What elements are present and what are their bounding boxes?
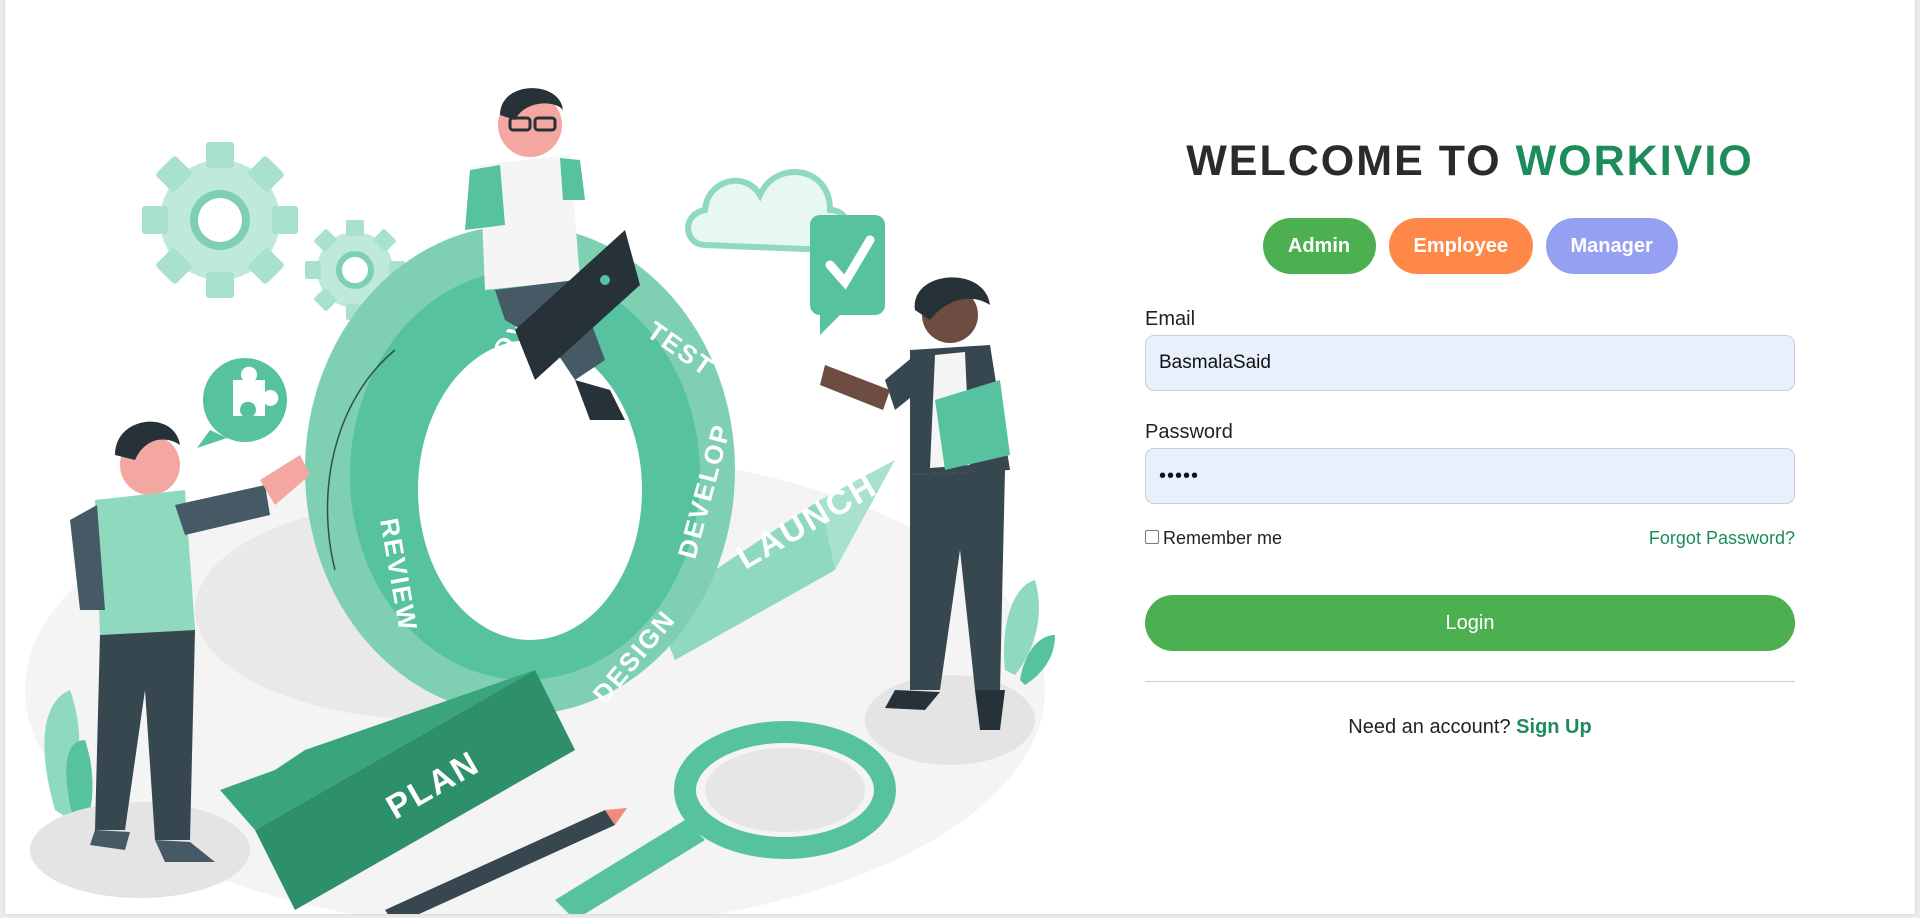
brand-name: WORKIVIO (1515, 137, 1754, 185)
title-prefix: WELCOME TO (1186, 137, 1502, 185)
password-value: ••••• (1159, 464, 1200, 487)
role-admin-button[interactable]: Admin (1262, 218, 1376, 274)
login-panel: WELCOME TO WORKIVIO Admin Employee Manag… (1145, 130, 1795, 739)
signup-link[interactable]: Sign Up (1516, 716, 1592, 738)
signup-prompt: Need an account? (1348, 716, 1511, 738)
role-manager-button[interactable]: Manager (1545, 218, 1678, 274)
email-value: BasmalaSaid (1159, 352, 1271, 373)
gear-large-icon (142, 142, 298, 298)
remember-me-label[interactable]: Remember me (1163, 528, 1282, 549)
plant-right-icon (1004, 580, 1055, 685)
divider (1145, 681, 1795, 682)
email-field[interactable]: BasmalaSaid (1145, 335, 1795, 391)
page-title: WELCOME TO WORKIVIO (1145, 130, 1795, 192)
forgot-password-link[interactable]: Forgot Password? (1649, 528, 1795, 549)
remember-me-checkbox[interactable] (1145, 529, 1159, 544)
sdlc-illustration: LAUNCH REVIEW DEPLOY TEST DEVELOP DESIGN… (25, 88, 1055, 914)
login-button[interactable]: Login (1145, 595, 1795, 651)
checkmark-bubble-icon (810, 215, 885, 335)
role-selector: Admin Employee Manager (1145, 218, 1795, 274)
password-label: Password (1145, 421, 1233, 443)
password-field[interactable]: ••••• (1145, 448, 1795, 504)
email-label: Email (1145, 308, 1196, 330)
signup-row: Need an account? Sign Up (1145, 716, 1795, 739)
form-options: Remember me Forgot Password? (1145, 528, 1795, 549)
puzzle-bubble-icon (197, 358, 287, 448)
remember-me: Remember me (1145, 528, 1282, 549)
page: LAUNCH REVIEW DEPLOY TEST DEVELOP DESIGN… (5, 0, 1915, 914)
role-employee-button[interactable]: Employee (1388, 218, 1533, 274)
